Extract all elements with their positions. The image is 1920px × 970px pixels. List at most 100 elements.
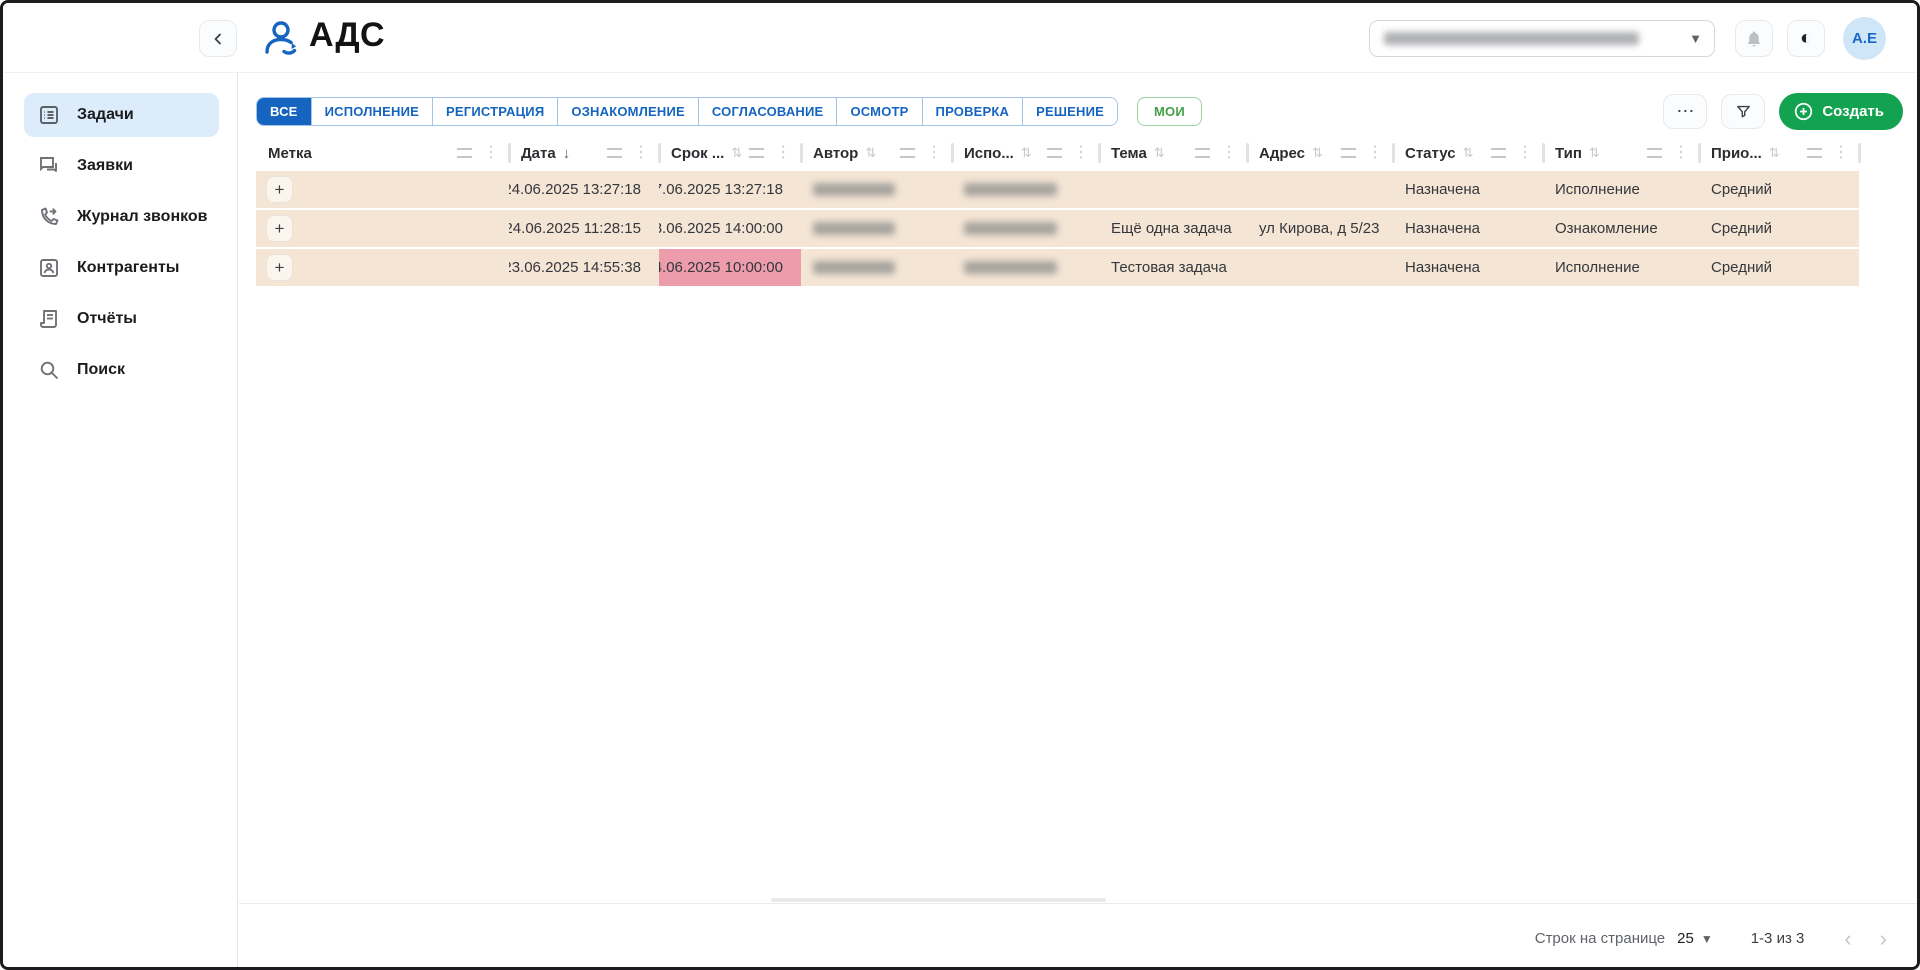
sidebar-collapse-button[interactable] <box>199 20 237 57</box>
next-page-button[interactable]: › <box>1874 928 1893 950</box>
sort-icon[interactable]: ⇅ <box>1312 145 1323 161</box>
column-drag-handle[interactable] <box>1047 148 1062 158</box>
table-row[interactable]: + 24.06.2025 11:28:15 28.06.2025 14:00:0… <box>256 210 1859 247</box>
column-menu-icon[interactable]: ⋮ <box>483 145 499 161</box>
cell-status: Назначена <box>1393 171 1543 208</box>
cell-subject: Ещё одна задача <box>1099 210 1247 247</box>
sort-icon[interactable]: ⇅ <box>731 145 742 161</box>
column-menu-icon[interactable]: ⋮ <box>1673 145 1689 161</box>
table-body: + 24.06.2025 13:27:18 27.06.2025 13:27:1… <box>256 171 1859 288</box>
column-header-subject[interactable]: Тема ⇅ ⋮ <box>1099 135 1247 171</box>
table-row[interactable]: + 23.06.2025 14:55:38 24.06.2025 10:00:0… <box>256 249 1859 286</box>
sidebar-item-tasks[interactable]: Задачи <box>24 93 219 137</box>
sidebar-item-search[interactable]: Поиск <box>24 348 219 392</box>
cell-deadline: 27.06.2025 13:27:18 <box>659 171 801 208</box>
cell-priority: Средний <box>1699 210 1859 247</box>
sidebar-item-reports[interactable]: Отчёты <box>24 297 219 341</box>
sidebar-item-label: Отчёты <box>77 310 137 328</box>
cell-date: 24.06.2025 13:27:18 <box>509 171 659 208</box>
tab-registration[interactable]: РЕГИСТРАЦИЯ <box>432 98 557 125</box>
column-header-executor[interactable]: Испо... ⇅ ⋮ <box>952 135 1099 171</box>
plus-circle-icon <box>1794 102 1813 121</box>
redacted-author-text <box>813 183 895 196</box>
previous-page-button[interactable]: ‹ <box>1838 928 1857 950</box>
column-header-priority[interactable]: Прио... ⇅ ⋮ <box>1699 135 1859 171</box>
sidebar-item-label: Заявки <box>77 157 133 175</box>
sidebar-item-label: Контрагенты <box>77 259 179 277</box>
tab-decision[interactable]: РЕШЕНИЕ <box>1022 98 1117 125</box>
sort-icon[interactable]: ⇅ <box>1154 145 1165 161</box>
horizontal-scrollbar-thumb[interactable] <box>771 898 1106 902</box>
redacted-organization-text <box>1384 32 1639 45</box>
column-drag-handle[interactable] <box>457 148 472 158</box>
app-title: АДС <box>309 16 385 55</box>
more-actions-button[interactable]: ⋯ <box>1663 94 1707 129</box>
topbar: АДС ▼ ◐ А.Е <box>3 3 1917 73</box>
column-header-status[interactable]: Статус ⇅ ⋮ <box>1393 135 1543 171</box>
sort-desc-icon[interactable]: ↓ <box>563 145 571 162</box>
column-drag-handle[interactable] <box>900 148 915 158</box>
tab-all[interactable]: ВСЕ <box>257 98 311 125</box>
expand-row-button[interactable]: + <box>266 215 293 242</box>
column-header-type[interactable]: Тип ⇅ ⋮ <box>1543 135 1699 171</box>
column-menu-icon[interactable]: ⋮ <box>775 145 791 161</box>
tab-inspection[interactable]: ОСМОТР <box>836 98 921 125</box>
rows-per-page-label: Строк на странице <box>1535 930 1665 947</box>
column-menu-icon[interactable]: ⋮ <box>1517 145 1533 161</box>
column-header-label[interactable]: Метка ⋮ <box>256 135 509 171</box>
tab-check[interactable]: ПРОВЕРКА <box>922 98 1023 125</box>
sort-icon[interactable]: ⇅ <box>1463 145 1474 161</box>
column-menu-icon[interactable]: ⋮ <box>1073 145 1089 161</box>
sort-icon[interactable]: ⇅ <box>1021 145 1032 161</box>
filter-button[interactable] <box>1721 94 1765 129</box>
tab-approval[interactable]: СОГЛАСОВАНИЕ <box>698 98 837 125</box>
create-task-button[interactable]: Создать <box>1779 93 1903 130</box>
redacted-executor-text <box>964 222 1057 235</box>
column-header-deadline[interactable]: Срок ... ⇅ ⋮ <box>659 135 801 171</box>
column-menu-icon[interactable]: ⋮ <box>1367 145 1383 161</box>
filter-toolbar: ВСЕ ИСПОЛНЕНИЕ РЕГИСТРАЦИЯ ОЗНАКОМЛЕНИЕ … <box>256 93 1903 129</box>
sidebar-item-requests[interactable]: Заявки <box>24 144 219 188</box>
organization-select[interactable]: ▼ <box>1369 20 1715 57</box>
sidebar-item-call-log[interactable]: Журнал звонков <box>24 195 219 239</box>
column-drag-handle[interactable] <box>1807 148 1822 158</box>
tab-my-tasks[interactable]: МОИ <box>1137 97 1202 126</box>
sidebar-item-label: Журнал звонков <box>77 208 208 226</box>
column-header-author[interactable]: Автор ⇅ ⋮ <box>801 135 952 171</box>
rows-per-page-select[interactable]: 25 ▼ <box>1677 930 1713 947</box>
column-drag-handle[interactable] <box>1195 148 1210 158</box>
column-drag-handle[interactable] <box>607 148 622 158</box>
table-row[interactable]: + 24.06.2025 13:27:18 27.06.2025 13:27:1… <box>256 171 1859 208</box>
column-drag-handle[interactable] <box>749 148 764 158</box>
column-drag-handle[interactable] <box>1647 148 1662 158</box>
redacted-executor-text <box>964 183 1057 196</box>
notifications-button[interactable] <box>1735 20 1773 57</box>
theme-toggle-button[interactable]: ◐ <box>1787 20 1825 57</box>
column-drag-handle[interactable] <box>1491 148 1506 158</box>
sidebar-item-label: Поиск <box>77 361 125 379</box>
user-avatar[interactable]: А.Е <box>1843 17 1886 60</box>
cell-subject: Тестовая задача <box>1099 249 1247 286</box>
redacted-author-text <box>813 261 895 274</box>
tab-execution[interactable]: ИСПОЛНЕНИЕ <box>311 98 432 125</box>
sort-icon[interactable]: ⇅ <box>1769 145 1780 161</box>
column-drag-handle[interactable] <box>1341 148 1356 158</box>
cell-type: Ознакомление <box>1543 210 1699 247</box>
call-log-icon <box>37 205 61 229</box>
column-header-date[interactable]: Дата ↓ ⋮ <box>509 135 659 171</box>
column-menu-icon[interactable]: ⋮ <box>1221 145 1237 161</box>
sidebar-item-contractors[interactable]: Контрагенты <box>24 246 219 290</box>
sort-icon[interactable]: ⇅ <box>865 145 876 161</box>
chevron-left-icon <box>212 33 224 45</box>
app-window: АДС ▼ ◐ А.Е Задачи <box>0 0 1920 970</box>
cell-date: 24.06.2025 11:28:15 <box>509 210 659 247</box>
tab-acquaintance[interactable]: ОЗНАКОМЛЕНИЕ <box>557 98 698 125</box>
column-header-address[interactable]: Адрес ⇅ ⋮ <box>1247 135 1393 171</box>
column-menu-icon[interactable]: ⋮ <box>633 145 649 161</box>
expand-row-button[interactable]: + <box>266 176 293 203</box>
redacted-author-text <box>813 222 895 235</box>
sort-icon[interactable]: ⇅ <box>1589 145 1600 161</box>
expand-row-button[interactable]: + <box>266 254 293 281</box>
column-menu-icon[interactable]: ⋮ <box>1833 145 1849 161</box>
column-menu-icon[interactable]: ⋮ <box>926 145 942 161</box>
